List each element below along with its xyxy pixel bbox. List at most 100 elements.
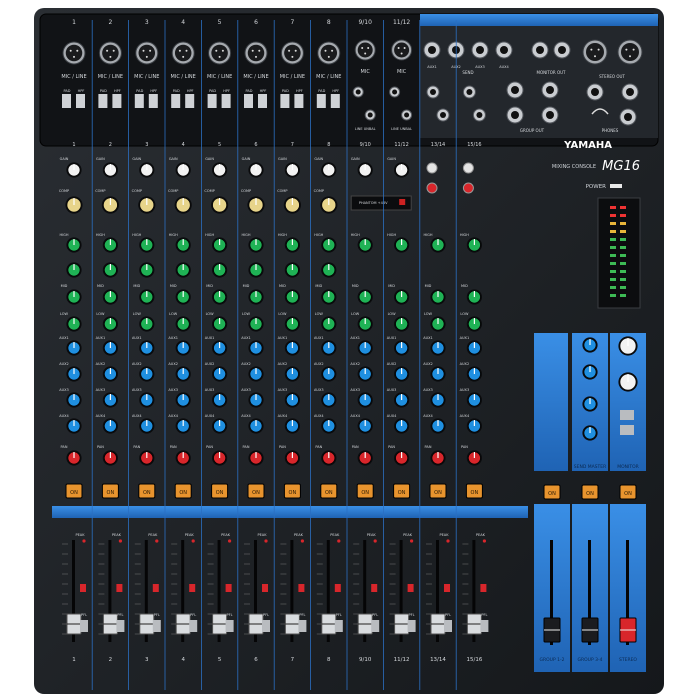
eq-mid-knob[interactable]	[175, 289, 191, 305]
aux-send-knob[interactable]	[139, 366, 155, 382]
group-out-jack[interactable]	[541, 81, 559, 99]
aux-send-jack[interactable]	[423, 41, 441, 59]
aux-send-knob[interactable]	[321, 340, 337, 356]
mic-line-input-jack[interactable]	[317, 41, 341, 65]
rca-input-white[interactable]	[426, 162, 438, 174]
channel-fader[interactable]	[321, 613, 337, 635]
pfl-button[interactable]	[189, 620, 198, 632]
mic-line-input-jack[interactable]	[135, 41, 159, 65]
pad-switch[interactable]	[244, 94, 253, 108]
hpf-switch[interactable]	[148, 94, 158, 108]
mic-line-input-jack[interactable]	[62, 41, 86, 65]
monitor-select-button[interactable]	[620, 410, 634, 420]
pfl-button[interactable]	[371, 620, 380, 632]
pan-knob[interactable]	[321, 450, 337, 466]
comp-knob[interactable]	[101, 196, 119, 214]
channel-fader[interactable]	[284, 613, 300, 635]
pad-switch[interactable]	[280, 94, 290, 108]
eq-mid-knob[interactable]	[394, 289, 410, 305]
eq-mid-knob[interactable]	[466, 289, 482, 305]
channel-fader[interactable]	[212, 613, 228, 635]
eq-low-knob[interactable]	[430, 316, 446, 332]
aux-send-knob[interactable]	[466, 392, 482, 408]
on-button[interactable]: ON	[465, 483, 483, 499]
hpf-switch[interactable]	[112, 94, 122, 108]
aux-send-knob[interactable]	[248, 366, 264, 382]
send-master-knob[interactable]	[582, 337, 598, 353]
stereo-in-r-jack[interactable]	[472, 108, 486, 122]
aux-send-knob[interactable]	[394, 392, 410, 408]
eq-high-knob[interactable]	[394, 237, 410, 253]
aux-send-knob[interactable]	[102, 418, 118, 434]
pfl-button[interactable]	[334, 620, 343, 632]
aux-send-knob[interactable]	[248, 340, 264, 356]
aux-send-knob[interactable]	[139, 340, 155, 356]
on-button[interactable]: ON	[174, 483, 192, 499]
eq-low-knob[interactable]	[321, 316, 337, 332]
eq-high-knob[interactable]	[212, 237, 228, 253]
aux-send-knob[interactable]	[139, 392, 155, 408]
hpf-switch[interactable]	[294, 94, 304, 108]
aux-send-knob[interactable]	[284, 418, 300, 434]
aux-send-knob[interactable]	[66, 366, 82, 382]
aux-send-knob[interactable]	[466, 340, 482, 356]
aux-send-knob[interactable]	[357, 366, 373, 382]
aux-send-knob[interactable]	[66, 340, 82, 356]
gain-knob[interactable]	[321, 162, 337, 178]
eq-mid-knob[interactable]	[66, 289, 82, 305]
pfl-button[interactable]	[225, 620, 234, 632]
eq-mid-knob[interactable]	[102, 289, 118, 305]
pan-knob[interactable]	[139, 450, 155, 466]
pfl-button[interactable]	[262, 620, 270, 632]
stereo-in-l-jack[interactable]	[462, 85, 476, 99]
aux-send-knob[interactable]	[357, 418, 373, 434]
channel-fader[interactable]	[357, 613, 373, 635]
stereo-out-l-jack[interactable]	[586, 83, 604, 101]
eq-mid-knob[interactable]	[357, 289, 373, 305]
eq-mid-freq-knob[interactable]	[102, 262, 118, 278]
aux-send-knob[interactable]	[284, 340, 300, 356]
aux-send-knob[interactable]	[430, 418, 446, 434]
eq-mid-freq-knob[interactable]	[139, 262, 155, 278]
aux-send-knob[interactable]	[212, 392, 228, 408]
channel-fader[interactable]	[66, 613, 82, 635]
eq-mid-knob[interactable]	[212, 289, 228, 305]
on-button[interactable]: ON	[211, 483, 229, 499]
aux-send-knob[interactable]	[102, 366, 118, 382]
stereo-out-r-jack[interactable]	[621, 83, 639, 101]
send-master-knob[interactable]	[582, 396, 598, 412]
aux-send-knob[interactable]	[66, 392, 82, 408]
mic-input-jack[interactable]	[391, 39, 413, 61]
on-button[interactable]: ON	[138, 483, 156, 499]
aux-send-jack[interactable]	[495, 41, 513, 59]
gain-knob[interactable]	[394, 162, 410, 178]
hpf-switch[interactable]	[76, 94, 85, 108]
eq-low-knob[interactable]	[175, 316, 191, 332]
aux-send-knob[interactable]	[357, 392, 373, 408]
channel-fader[interactable]	[139, 613, 155, 635]
on-button[interactable]: ON	[393, 483, 411, 499]
pan-knob[interactable]	[284, 450, 300, 466]
aux-send-knob[interactable]	[66, 418, 82, 434]
eq-high-knob[interactable]	[66, 237, 82, 253]
on-button[interactable]: ON	[320, 483, 338, 499]
stereo-out-r-xlr[interactable]	[617, 39, 643, 65]
mic-line-input-jack[interactable]	[98, 41, 122, 65]
comp-knob[interactable]	[283, 196, 301, 214]
line-in-r-jack[interactable]	[364, 109, 376, 121]
eq-low-knob[interactable]	[248, 316, 264, 332]
eq-low-knob[interactable]	[212, 316, 228, 332]
comp-knob[interactable]	[320, 196, 338, 214]
gain-knob[interactable]	[212, 162, 228, 178]
eq-mid-knob[interactable]	[248, 289, 264, 305]
aux-send-knob[interactable]	[212, 366, 228, 382]
aux-send-knob[interactable]	[394, 366, 410, 382]
comp-knob[interactable]	[174, 196, 192, 214]
on-button[interactable]: ON	[356, 483, 374, 499]
eq-mid-freq-knob[interactable]	[321, 262, 337, 278]
monitor-out-r-jack[interactable]	[553, 41, 571, 59]
eq-low-knob[interactable]	[102, 316, 118, 332]
stereo-in-l-jack[interactable]	[426, 85, 440, 99]
aux-send-knob[interactable]	[430, 366, 446, 382]
group-out-jack[interactable]	[506, 106, 524, 124]
